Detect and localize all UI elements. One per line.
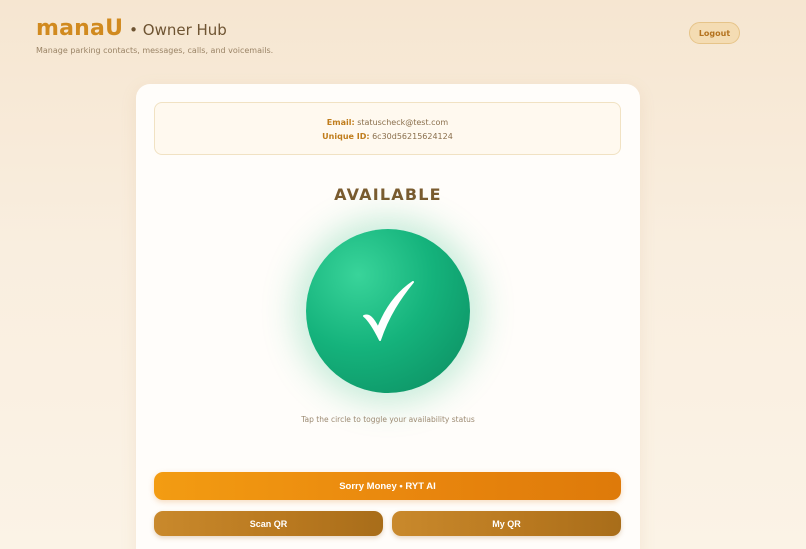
toggle-hint-text: Tap the circle to toggle your availabili… <box>301 415 475 424</box>
unique-id-label: Unique ID: <box>322 132 370 141</box>
sorry-money-button[interactable]: Sorry Money • RYT AI <box>154 472 621 500</box>
status-card: Email: statuscheck@test.com Unique ID: 6… <box>136 84 640 549</box>
availability-status-title: AVAILABLE <box>334 185 442 204</box>
unique-id-value: 6c30d56215624124 <box>372 132 453 141</box>
brand-row: manaU • Owner Hub <box>36 16 273 41</box>
app-header: manaU • Owner Hub Manage parking contact… <box>36 16 273 55</box>
logout-button[interactable]: Logout <box>689 22 740 44</box>
unique-id-line: Unique ID: 6c30d56215624124 <box>155 130 620 144</box>
checkmark-icon <box>358 278 418 344</box>
email-label: Email: <box>326 118 355 127</box>
account-info-box: Email: statuscheck@test.com Unique ID: 6… <box>154 102 621 155</box>
availability-toggle[interactable] <box>306 229 470 393</box>
hub-title: • Owner Hub <box>129 21 227 39</box>
page-subtitle: Manage parking contacts, messages, calls… <box>36 46 274 55</box>
email-line: Email: statuscheck@test.com <box>155 116 620 130</box>
scan-qr-button[interactable]: Scan QR <box>154 511 383 536</box>
brand-logo: manaU <box>36 16 124 41</box>
email-value: statuscheck@test.com <box>357 118 449 127</box>
my-qr-button[interactable]: My QR <box>392 511 621 536</box>
